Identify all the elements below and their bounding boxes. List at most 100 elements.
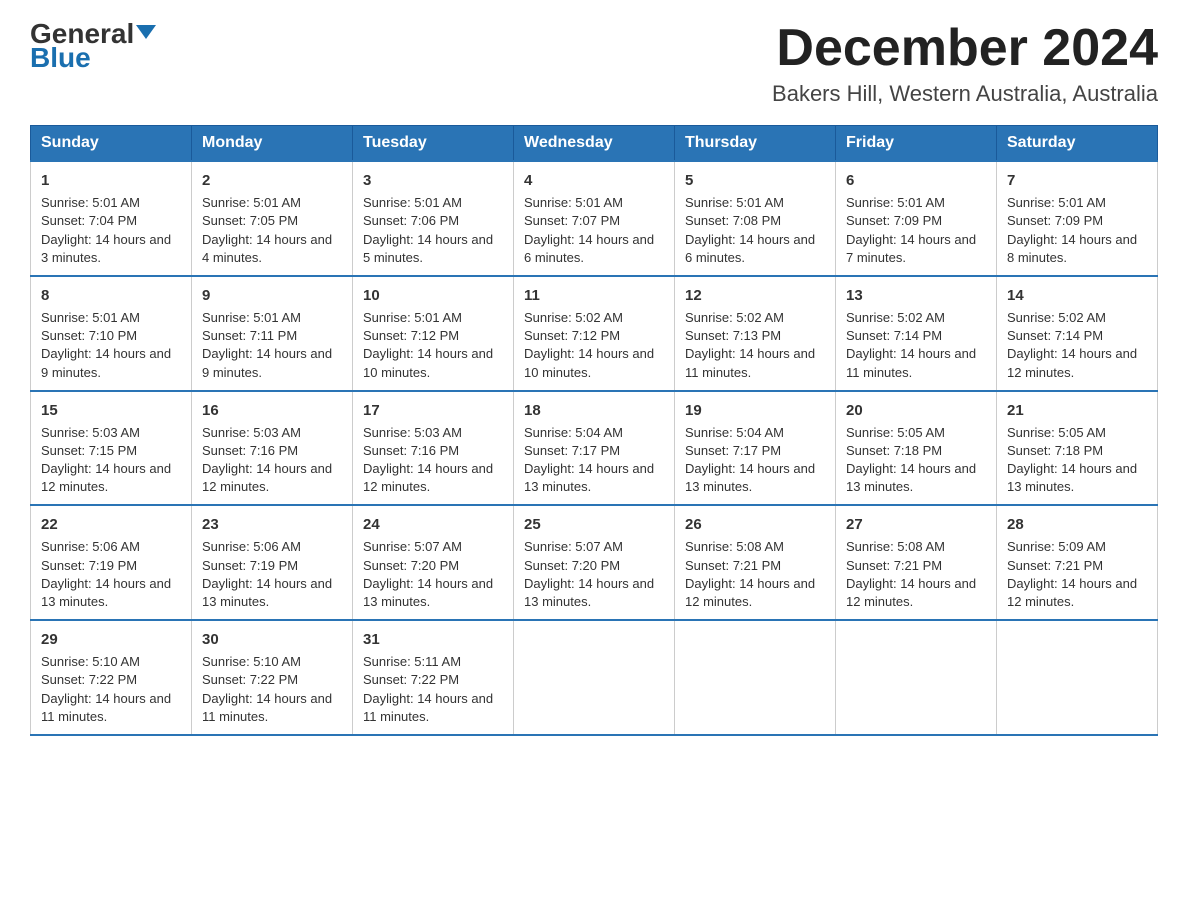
day-daylight: Daylight: 14 hours and 12 minutes. bbox=[846, 576, 976, 609]
month-year-title: December 2024 bbox=[772, 20, 1158, 77]
day-daylight: Daylight: 14 hours and 13 minutes. bbox=[202, 576, 332, 609]
table-row: 9 Sunrise: 5:01 AM Sunset: 7:11 PM Dayli… bbox=[192, 276, 353, 391]
day-sunset: Sunset: 7:05 PM bbox=[202, 213, 298, 228]
table-row: 24 Sunrise: 5:07 AM Sunset: 7:20 PM Dayl… bbox=[353, 505, 514, 620]
day-sunrise: Sunrise: 5:05 AM bbox=[846, 425, 945, 440]
day-sunset: Sunset: 7:08 PM bbox=[685, 213, 781, 228]
day-sunset: Sunset: 7:15 PM bbox=[41, 443, 137, 458]
day-number: 18 bbox=[524, 400, 664, 421]
day-sunrise: Sunrise: 5:01 AM bbox=[202, 310, 301, 325]
day-daylight: Daylight: 14 hours and 13 minutes. bbox=[524, 461, 654, 494]
day-sunrise: Sunrise: 5:04 AM bbox=[685, 425, 784, 440]
day-daylight: Daylight: 14 hours and 13 minutes. bbox=[41, 576, 171, 609]
day-daylight: Daylight: 14 hours and 13 minutes. bbox=[524, 576, 654, 609]
day-sunrise: Sunrise: 5:01 AM bbox=[41, 310, 140, 325]
day-daylight: Daylight: 14 hours and 12 minutes. bbox=[685, 576, 815, 609]
day-number: 27 bbox=[846, 514, 986, 535]
col-thursday: Thursday bbox=[675, 126, 836, 162]
day-sunrise: Sunrise: 5:02 AM bbox=[524, 310, 623, 325]
table-row: 13 Sunrise: 5:02 AM Sunset: 7:14 PM Dayl… bbox=[836, 276, 997, 391]
day-sunrise: Sunrise: 5:02 AM bbox=[1007, 310, 1106, 325]
day-sunrise: Sunrise: 5:08 AM bbox=[685, 539, 784, 554]
table-row: 26 Sunrise: 5:08 AM Sunset: 7:21 PM Dayl… bbox=[675, 505, 836, 620]
day-sunset: Sunset: 7:18 PM bbox=[846, 443, 942, 458]
col-friday: Friday bbox=[836, 126, 997, 162]
day-sunrise: Sunrise: 5:03 AM bbox=[363, 425, 462, 440]
day-number: 25 bbox=[524, 514, 664, 535]
day-sunrise: Sunrise: 5:07 AM bbox=[363, 539, 462, 554]
title-section: December 2024 Bakers Hill, Western Austr… bbox=[772, 20, 1158, 107]
table-row: 30 Sunrise: 5:10 AM Sunset: 7:22 PM Dayl… bbox=[192, 620, 353, 735]
day-daylight: Daylight: 14 hours and 10 minutes. bbox=[524, 346, 654, 379]
day-daylight: Daylight: 14 hours and 9 minutes. bbox=[41, 346, 171, 379]
day-sunset: Sunset: 7:21 PM bbox=[846, 558, 942, 573]
table-row: 28 Sunrise: 5:09 AM Sunset: 7:21 PM Dayl… bbox=[997, 505, 1158, 620]
table-row: 7 Sunrise: 5:01 AM Sunset: 7:09 PM Dayli… bbox=[997, 161, 1158, 276]
day-number: 10 bbox=[363, 285, 503, 306]
table-row: 25 Sunrise: 5:07 AM Sunset: 7:20 PM Dayl… bbox=[514, 505, 675, 620]
day-number: 9 bbox=[202, 285, 342, 306]
day-sunrise: Sunrise: 5:09 AM bbox=[1007, 539, 1106, 554]
day-sunrise: Sunrise: 5:01 AM bbox=[41, 195, 140, 210]
day-daylight: Daylight: 14 hours and 11 minutes. bbox=[363, 691, 493, 724]
day-sunrise: Sunrise: 5:02 AM bbox=[846, 310, 945, 325]
day-number: 13 bbox=[846, 285, 986, 306]
day-sunset: Sunset: 7:18 PM bbox=[1007, 443, 1103, 458]
day-sunset: Sunset: 7:14 PM bbox=[1007, 328, 1103, 343]
day-daylight: Daylight: 14 hours and 13 minutes. bbox=[846, 461, 976, 494]
day-sunset: Sunset: 7:12 PM bbox=[363, 328, 459, 343]
calendar-week-row: 15 Sunrise: 5:03 AM Sunset: 7:15 PM Dayl… bbox=[31, 391, 1158, 506]
col-tuesday: Tuesday bbox=[353, 126, 514, 162]
calendar-week-row: 22 Sunrise: 5:06 AM Sunset: 7:19 PM Dayl… bbox=[31, 505, 1158, 620]
col-wednesday: Wednesday bbox=[514, 126, 675, 162]
day-number: 6 bbox=[846, 170, 986, 191]
day-sunrise: Sunrise: 5:10 AM bbox=[202, 654, 301, 669]
table-row: 23 Sunrise: 5:06 AM Sunset: 7:19 PM Dayl… bbox=[192, 505, 353, 620]
day-sunrise: Sunrise: 5:01 AM bbox=[685, 195, 784, 210]
table-row: 29 Sunrise: 5:10 AM Sunset: 7:22 PM Dayl… bbox=[31, 620, 192, 735]
day-sunrise: Sunrise: 5:02 AM bbox=[685, 310, 784, 325]
day-sunset: Sunset: 7:10 PM bbox=[41, 328, 137, 343]
table-row: 14 Sunrise: 5:02 AM Sunset: 7:14 PM Dayl… bbox=[997, 276, 1158, 391]
day-sunrise: Sunrise: 5:03 AM bbox=[41, 425, 140, 440]
day-daylight: Daylight: 14 hours and 12 minutes. bbox=[1007, 346, 1137, 379]
logo-arrow-icon bbox=[136, 25, 156, 39]
day-number: 7 bbox=[1007, 170, 1147, 191]
table-row bbox=[836, 620, 997, 735]
day-sunset: Sunset: 7:19 PM bbox=[202, 558, 298, 573]
day-sunset: Sunset: 7:22 PM bbox=[41, 672, 137, 687]
day-sunrise: Sunrise: 5:06 AM bbox=[41, 539, 140, 554]
day-daylight: Daylight: 14 hours and 12 minutes. bbox=[363, 461, 493, 494]
table-row: 21 Sunrise: 5:05 AM Sunset: 7:18 PM Dayl… bbox=[997, 391, 1158, 506]
day-sunrise: Sunrise: 5:01 AM bbox=[202, 195, 301, 210]
day-number: 5 bbox=[685, 170, 825, 191]
day-sunrise: Sunrise: 5:08 AM bbox=[846, 539, 945, 554]
table-row: 3 Sunrise: 5:01 AM Sunset: 7:06 PM Dayli… bbox=[353, 161, 514, 276]
day-sunrise: Sunrise: 5:06 AM bbox=[202, 539, 301, 554]
calendar-week-row: 8 Sunrise: 5:01 AM Sunset: 7:10 PM Dayli… bbox=[31, 276, 1158, 391]
table-row: 31 Sunrise: 5:11 AM Sunset: 7:22 PM Dayl… bbox=[353, 620, 514, 735]
table-row bbox=[997, 620, 1158, 735]
day-sunset: Sunset: 7:22 PM bbox=[202, 672, 298, 687]
table-row: 17 Sunrise: 5:03 AM Sunset: 7:16 PM Dayl… bbox=[353, 391, 514, 506]
day-number: 21 bbox=[1007, 400, 1147, 421]
day-sunset: Sunset: 7:12 PM bbox=[524, 328, 620, 343]
day-number: 16 bbox=[202, 400, 342, 421]
day-daylight: Daylight: 14 hours and 6 minutes. bbox=[524, 232, 654, 265]
col-monday: Monday bbox=[192, 126, 353, 162]
day-daylight: Daylight: 14 hours and 11 minutes. bbox=[41, 691, 171, 724]
day-sunrise: Sunrise: 5:01 AM bbox=[846, 195, 945, 210]
day-daylight: Daylight: 14 hours and 12 minutes. bbox=[1007, 576, 1137, 609]
day-sunrise: Sunrise: 5:01 AM bbox=[1007, 195, 1106, 210]
logo: General Blue bbox=[30, 20, 156, 72]
day-daylight: Daylight: 14 hours and 11 minutes. bbox=[846, 346, 976, 379]
day-number: 17 bbox=[363, 400, 503, 421]
calendar-table: Sunday Monday Tuesday Wednesday Thursday… bbox=[30, 125, 1158, 736]
table-row: 12 Sunrise: 5:02 AM Sunset: 7:13 PM Dayl… bbox=[675, 276, 836, 391]
day-daylight: Daylight: 14 hours and 12 minutes. bbox=[41, 461, 171, 494]
day-number: 14 bbox=[1007, 285, 1147, 306]
day-number: 26 bbox=[685, 514, 825, 535]
day-number: 28 bbox=[1007, 514, 1147, 535]
day-number: 1 bbox=[41, 170, 181, 191]
day-number: 4 bbox=[524, 170, 664, 191]
